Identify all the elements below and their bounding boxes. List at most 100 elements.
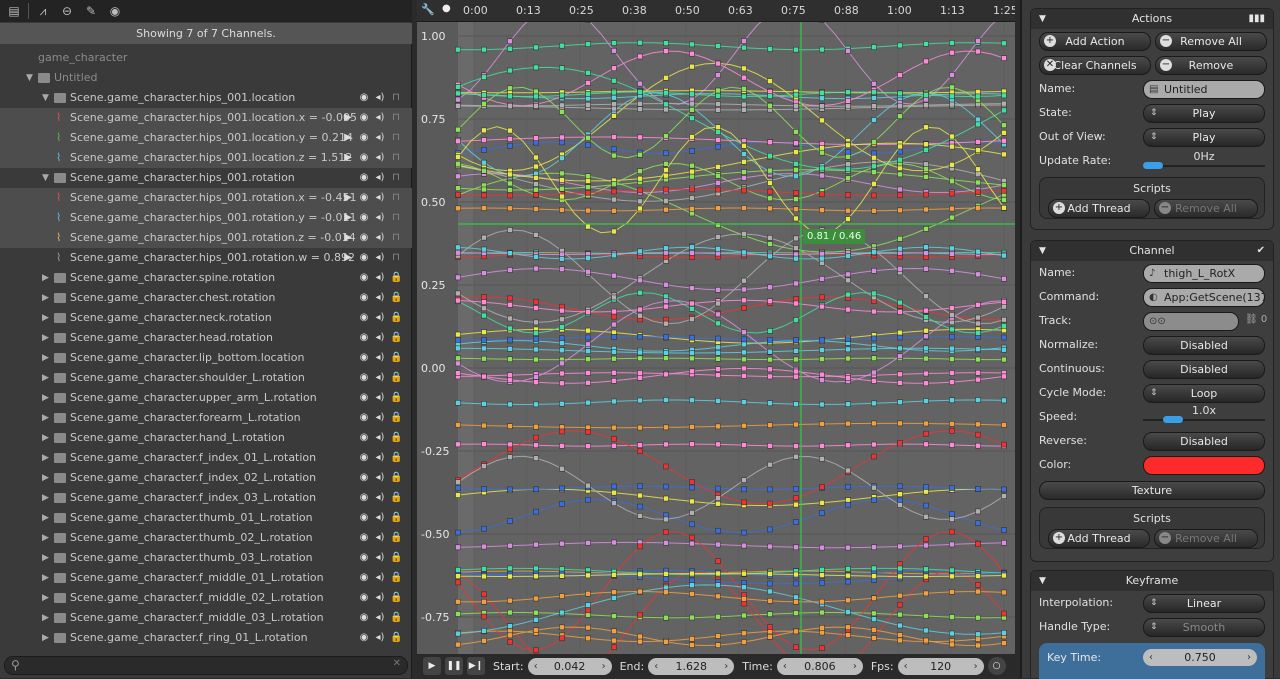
keyframe-handle[interactable] [846,176,851,181]
keyframe-handle[interactable] [482,338,487,343]
keyframe-handle[interactable] [456,612,461,617]
keyframe-handle[interactable] [456,580,461,585]
keyframe-handle[interactable] [612,229,617,234]
clear-channels-button[interactable]: ✕Clear Channels [1039,56,1151,75]
keyframe-handle[interactable] [638,589,643,594]
keyframe-handle[interactable] [820,610,825,615]
expand-right-icon[interactable]: ▶ [42,348,52,368]
keyframe-handle[interactable] [482,346,487,351]
animation-curve[interactable] [458,489,1004,505]
keyframe-handle[interactable] [768,254,773,259]
keyframe-handle[interactable] [872,566,877,571]
keyframe-handle[interactable] [586,636,591,641]
keyframe-handle[interactable] [716,350,721,355]
keyframe-handle[interactable] [846,337,851,342]
keyframe-handle[interactable] [664,496,669,501]
remove-all-actions-button[interactable]: −Remove All [1155,32,1267,51]
keyframe-handle[interactable] [742,330,747,335]
keyframe-handle[interactable] [612,501,617,506]
keyframe-handle[interactable] [1002,528,1007,533]
keyframe-handle[interactable] [794,502,799,507]
keyframe-handle[interactable] [690,510,695,515]
keyframe-handle[interactable] [1002,630,1007,635]
keyframe-handle[interactable] [664,571,669,576]
keyframe-handle[interactable] [898,400,903,405]
keyframe-handle[interactable] [638,334,643,339]
keyframe-handle[interactable] [820,337,825,342]
expand-right-icon[interactable]: ▶ [42,568,52,588]
keyframe-handle[interactable] [664,425,669,430]
expand-right-icon[interactable]: ▶ [42,368,52,388]
keyframe-handle[interactable] [534,320,539,325]
keyframe-handle[interactable] [924,628,929,633]
keyframe-handle[interactable] [950,589,955,594]
keyframe-handle[interactable] [742,571,747,576]
keyframe-handle[interactable] [898,544,903,549]
keyframe-handle[interactable] [950,85,955,90]
keyframe-handle[interactable] [534,299,539,304]
keyframe-handle[interactable] [794,197,799,202]
keyframe-handle[interactable] [924,308,929,313]
expand-down-icon[interactable]: ▼ [26,68,36,88]
collapse-icon[interactable]: ▼ [1039,241,1046,261]
keyframe-handle[interactable] [794,190,799,195]
keyframe-handle[interactable] [716,321,721,326]
keyframe-handle[interactable] [534,574,539,579]
keyframe-handle[interactable] [1002,335,1007,340]
keyframe-handle[interactable] [508,373,513,378]
speaker-icon[interactable]: ◂) [374,388,386,408]
keyframe-handle[interactable] [742,170,747,175]
lock-icon[interactable]: 🔒 [390,528,402,548]
keyframe-handle[interactable] [846,566,851,571]
keyframe-handle[interactable] [638,89,643,94]
keyframe-handle[interactable] [560,66,565,71]
keyframe-handle[interactable] [846,598,851,603]
keyframe-handle[interactable] [794,318,799,323]
keyframe-handle[interactable] [586,185,591,190]
animation-curve[interactable] [458,585,1004,634]
lock-icon[interactable]: ⊓ [390,188,402,208]
out-of-view-select[interactable]: ⇕Play [1143,128,1265,147]
keyframe-handle[interactable] [846,149,851,154]
keyframe-handle[interactable] [768,328,773,333]
keyframe-handle[interactable] [638,249,643,254]
keyframe-handle[interactable] [820,599,825,604]
keyframe-handle[interactable] [820,208,825,213]
keyframe-handle[interactable] [456,206,461,211]
keyframe-handle[interactable] [820,276,825,281]
keyframe-handle[interactable] [742,206,747,211]
keyframe-handle[interactable] [716,486,721,491]
keyframe-handle[interactable] [508,316,513,321]
keyframe-handle[interactable] [482,47,487,52]
keyframe-handle[interactable] [534,509,539,514]
keyframe-handle[interactable] [872,421,877,426]
key-time-spinner[interactable]: ‹0.750› [1143,649,1257,666]
keyframe-handle[interactable] [794,301,799,306]
keyframe-handle[interactable] [1002,101,1007,106]
keyframe-handle[interactable] [638,370,643,375]
increment-icon[interactable]: › [724,661,728,672]
keyframe-handle[interactable] [872,545,877,550]
keyframe-handle[interactable] [924,294,929,299]
keyframe-handle[interactable] [482,247,487,252]
keyframe-handle[interactable] [976,272,981,277]
keyframe-handle[interactable] [976,632,981,637]
keyframe-handle[interactable] [794,486,799,491]
keyframe-handle[interactable] [716,73,721,78]
keyframe-handle[interactable] [534,331,539,336]
keyframe-handle[interactable] [716,44,721,49]
keyframe-handle[interactable] [456,631,461,636]
tree-row[interactable]: ▶Scene.game_character.f_middle_01_L.rota… [0,568,412,588]
keyframe-handle[interactable] [664,517,669,522]
keyframe-handle[interactable] [534,610,539,615]
keyframe-handle[interactable] [794,629,799,634]
keyframe-handle[interactable] [508,172,513,177]
keyframe-handle[interactable] [716,583,721,588]
keyframe-handle[interactable] [716,251,721,256]
keyframe-handle[interactable] [586,608,591,613]
keyframe-handle[interactable] [534,402,539,407]
keyframe-handle[interactable] [560,256,565,261]
keyframe-handle[interactable] [976,443,981,448]
keyframe-handle[interactable] [560,140,565,145]
keyframe-handle[interactable] [950,179,955,184]
